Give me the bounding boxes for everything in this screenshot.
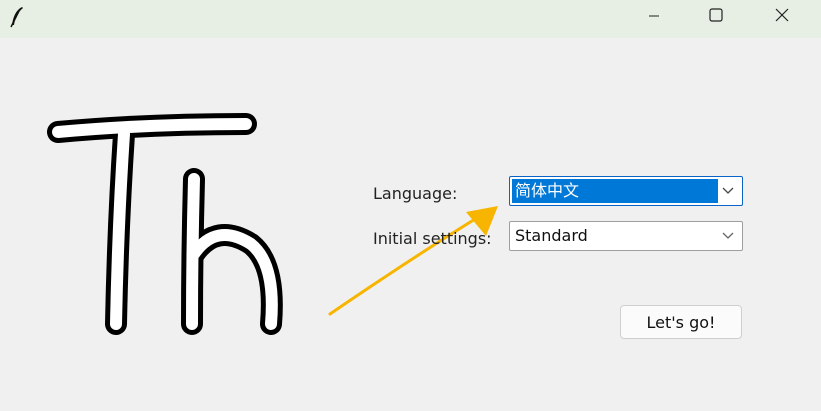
chevron-down-icon[interactable] [717,180,739,202]
close-icon [775,7,789,26]
maximize-icon [709,7,723,26]
language-select[interactable]: 简体中文 [509,176,743,206]
title-bar [0,0,821,38]
maximize-button[interactable] [686,0,746,32]
th-logo [46,104,296,344]
close-button[interactable] [752,0,812,32]
feather-icon [6,5,28,31]
chevron-down-icon[interactable] [717,225,739,247]
language-label: Language: [373,184,458,203]
lets-go-button[interactable]: Let's go! [620,305,742,339]
initial-settings-select-value: Standard [515,226,588,245]
minimize-button[interactable] [624,0,684,32]
language-select-value: 简体中文 [512,179,718,203]
initial-settings-select[interactable]: Standard [509,221,743,251]
arrow-icon [320,196,510,320]
minimize-icon [648,7,660,26]
app-window: Language: 简体中文 Initial settings: Standar… [0,0,821,411]
initial-settings-label: Initial settings: [373,229,492,248]
